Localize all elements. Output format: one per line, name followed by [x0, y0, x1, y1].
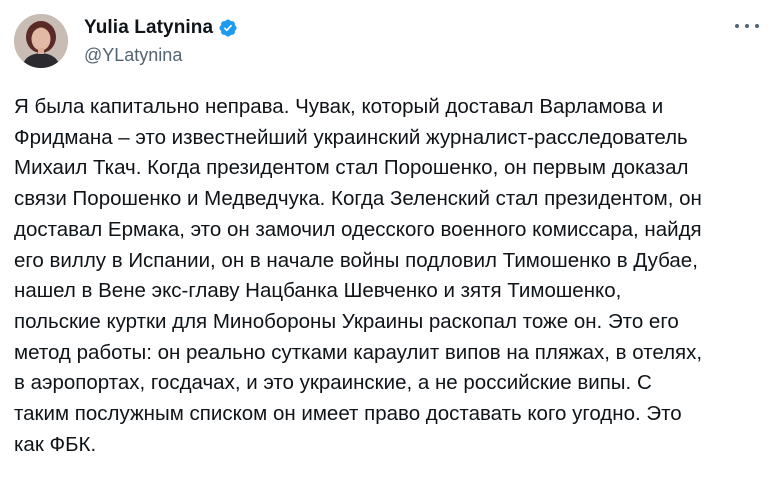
tweet-text: Я была капитально неправа. Чувак, которы… [14, 92, 759, 460]
author-handle[interactable]: @YLatynina [84, 45, 182, 66]
author-name[interactable]: Yulia Latynina [84, 17, 213, 39]
author-row: Yulia Latynina [84, 15, 238, 41]
more-dot [755, 24, 759, 28]
tweet-text-line: Я была капитально неправа. Чувак, которы… [14, 95, 664, 118]
tweet-text-line: польские куртки для Минобороны Украины р… [14, 309, 679, 333]
tweet-text-line: таким послужным списком он имеет право д… [14, 402, 682, 426]
tweet-text-line: метод работы: он реально сутками караули… [14, 340, 703, 364]
tweet-card: Yulia Latynina @YLatynina Я была капитал… [0, 0, 777, 482]
verified-badge-icon [219, 19, 237, 37]
tweet-text-line: как ФБК. [14, 432, 97, 456]
tweet-text-line: Михаил Ткач. Когда президентом стал Поро… [14, 156, 689, 180]
tweet-text-line: в аэропортах, госдачах, и это украинские… [14, 371, 652, 395]
tweet-text-line: его виллу в Испании, он в начале войны п… [14, 248, 698, 272]
avatar-image [14, 14, 68, 68]
more-horizontal-icon[interactable] [735, 18, 759, 34]
tweet-text-line: нашел в Вене экс-главу Нацбанка Шевченко… [14, 279, 622, 303]
more-dot [745, 24, 749, 28]
tweet-text-line: связи Порошенко и Медведчука. Когда Зеле… [14, 187, 702, 211]
tweet-text-line: доставал Ермака, это он замочил одесског… [14, 217, 702, 241]
more-dot [735, 24, 739, 28]
avatar[interactable] [14, 14, 68, 68]
tweet-text-line: Фридмана – это известнейший украинский ж… [14, 125, 688, 149]
